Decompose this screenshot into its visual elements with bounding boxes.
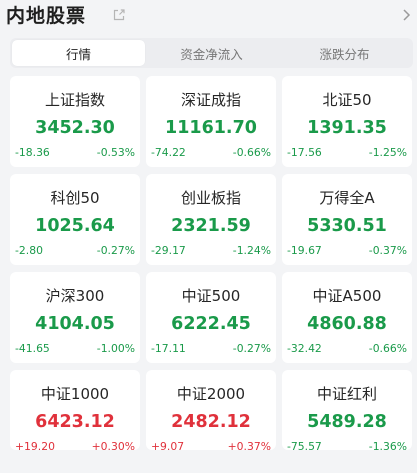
index-card[interactable]: 创业板指 2321.59 -29.17 -1.24% <box>146 174 276 265</box>
index-change-amount: -41.65 <box>15 342 50 355</box>
index-change-percent: +0.30% <box>91 440 135 453</box>
index-card[interactable]: 科创50 1025.64 -2.80 -0.27% <box>10 174 140 265</box>
index-change-amount: +9.07 <box>151 440 185 453</box>
index-name: 科创50 <box>50 189 100 207</box>
tab-market[interactable]: 行情 <box>12 40 145 66</box>
index-name: 中证2000 <box>176 385 246 403</box>
index-change-row: -17.11 -0.27% <box>146 342 276 355</box>
index-value: 11161.70 <box>165 118 257 138</box>
index-card[interactable]: 深证成指 11161.70 -74.22 -0.66% <box>146 76 276 167</box>
index-change-row: -19.67 -0.37% <box>282 244 412 257</box>
index-change-amount: -29.17 <box>151 244 186 257</box>
index-value: 3452.30 <box>35 118 115 138</box>
tab-rise-fall-distribution[interactable]: 涨跌分布 <box>278 40 411 66</box>
index-card[interactable]: 北证50 1391.35 -17.56 -1.25% <box>282 76 412 167</box>
index-card[interactable]: 上证指数 3452.30 -18.36 -0.53% <box>10 76 140 167</box>
index-change-amount: -75.57 <box>287 440 322 453</box>
index-name: 中证1000 <box>40 385 110 403</box>
share-external-icon[interactable] <box>112 8 126 22</box>
index-value: 1391.35 <box>307 118 387 138</box>
index-change-row: -18.36 -0.53% <box>10 146 140 159</box>
index-card[interactable]: 中证1000 6423.12 +19.20 +0.30% <box>10 370 140 453</box>
index-change-row: +19.20 +0.30% <box>10 440 140 453</box>
index-card[interactable]: 中证A500 4860.88 -32.42 -0.66% <box>282 272 412 363</box>
chevron-right-icon[interactable] <box>400 7 412 23</box>
index-change-percent: -0.66% <box>232 146 271 159</box>
index-name: 沪深300 <box>45 287 105 305</box>
index-card-grid: 上证指数 3452.30 -18.36 -0.53% 深证成指 11161.70 -74.2… <box>10 76 413 453</box>
index-change-percent: +0.37% <box>227 440 271 453</box>
index-change-row: -75.57 -1.36% <box>282 440 412 453</box>
index-change-percent: -1.25% <box>368 146 407 159</box>
index-card[interactable]: 中证红利 5489.28 -75.57 -1.36% <box>282 370 412 453</box>
index-value: 4104.05 <box>35 314 115 334</box>
index-change-amount: -2.80 <box>15 244 43 257</box>
index-value: 6222.45 <box>171 314 251 334</box>
index-change-amount: -74.22 <box>151 146 186 159</box>
section-title: 内地股票 <box>6 5 87 27</box>
index-name: 创业板指 <box>180 189 241 207</box>
index-name: 中证500 <box>181 287 241 305</box>
index-card[interactable]: 沪深300 4104.05 -41.65 -1.00% <box>10 272 140 363</box>
view-tabs: 行情 资金净流入 涨跌分布 <box>10 38 413 68</box>
index-change-percent: -0.27% <box>232 342 271 355</box>
index-change-amount: -18.36 <box>15 146 50 159</box>
index-name: 中证红利 <box>316 385 377 403</box>
index-change-row: -17.56 -1.25% <box>282 146 412 159</box>
index-change-row: -41.65 -1.00% <box>10 342 140 355</box>
index-change-amount: +19.20 <box>15 440 55 453</box>
index-value: 4860.88 <box>307 314 387 334</box>
index-value: 6423.12 <box>35 412 115 432</box>
index-value: 5330.51 <box>307 216 387 236</box>
index-card[interactable]: 中证500 6222.45 -17.11 -0.27% <box>146 272 276 363</box>
index-card[interactable]: 万得全A 5330.51 -19.67 -0.37% <box>282 174 412 265</box>
index-change-row: -32.42 -0.66% <box>282 342 412 355</box>
index-change-amount: -32.42 <box>287 342 322 355</box>
index-name: 万得全A <box>319 189 375 207</box>
tab-net-inflow[interactable]: 资金净流入 <box>145 40 278 66</box>
index-value: 2482.12 <box>171 412 251 432</box>
index-value: 5489.28 <box>307 412 387 432</box>
section-header: 内地股票 <box>0 0 417 30</box>
index-change-row: -2.80 -0.27% <box>10 244 140 257</box>
index-name: 北证50 <box>322 91 372 109</box>
index-change-percent: -1.36% <box>368 440 407 453</box>
index-change-amount: -17.11 <box>151 342 186 355</box>
index-value: 2321.59 <box>171 216 251 236</box>
index-name: 上证指数 <box>44 91 105 109</box>
index-change-row: -74.22 -0.66% <box>146 146 276 159</box>
index-change-percent: -1.00% <box>96 342 135 355</box>
index-value: 1025.64 <box>35 216 115 236</box>
index-change-amount: -19.67 <box>287 244 322 257</box>
index-change-percent: -1.24% <box>232 244 271 257</box>
index-change-row: -29.17 -1.24% <box>146 244 276 257</box>
index-change-percent: -0.27% <box>96 244 135 257</box>
index-change-row: +9.07 +0.37% <box>146 440 276 453</box>
index-card[interactable]: 中证2000 2482.12 +9.07 +0.37% <box>146 370 276 453</box>
index-change-amount: -17.56 <box>287 146 322 159</box>
index-change-percent: -0.53% <box>96 146 135 159</box>
index-name: 中证A500 <box>312 287 382 305</box>
index-change-percent: -0.66% <box>368 342 407 355</box>
index-name: 深证成指 <box>180 91 241 109</box>
index-change-percent: -0.37% <box>368 244 407 257</box>
